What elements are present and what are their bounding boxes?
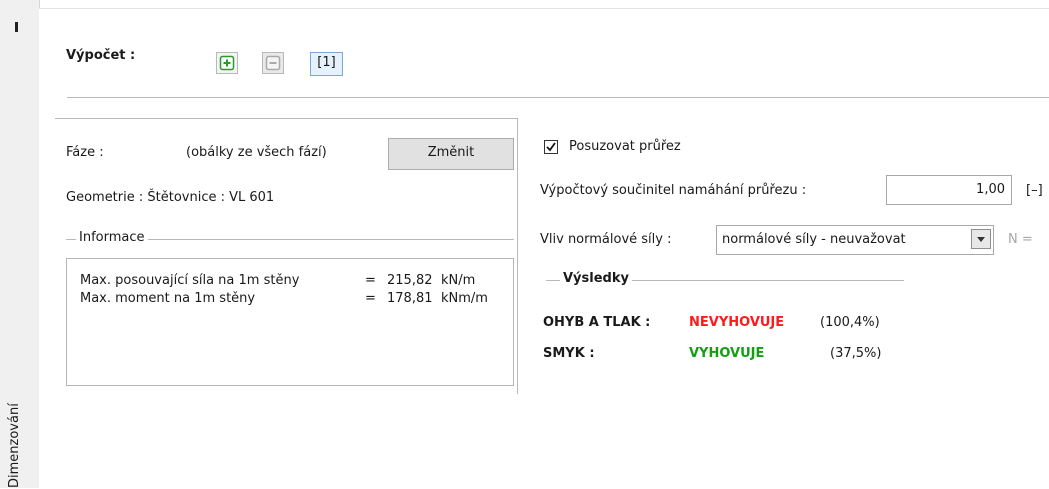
info-row: Max. posouvající síla na 1m stěny bbox=[80, 273, 299, 288]
coef-unit: [–] bbox=[1026, 183, 1043, 198]
panel-divider bbox=[517, 118, 518, 394]
results-group-title: Výsledky bbox=[560, 271, 632, 286]
change-phase-button[interactable]: Změnit bbox=[388, 138, 514, 170]
phase-label: Fáze : bbox=[66, 145, 104, 160]
assess-section-checkbox[interactable] bbox=[544, 140, 558, 154]
normal-force-value: normálové síly - neuvažovat bbox=[722, 232, 906, 247]
info-group-title: Informace bbox=[76, 230, 148, 245]
plus-square-icon bbox=[219, 55, 235, 71]
side-tab-strip: Dimenzování bbox=[0, 0, 40, 488]
info-row-unit: kNm/m bbox=[441, 291, 488, 306]
add-calc-button[interactable] bbox=[216, 52, 238, 74]
coef-input[interactable]: 1,00 bbox=[886, 175, 1012, 205]
info-row-unit: kN/m bbox=[441, 273, 476, 288]
info-row-label: Max. moment na 1m stěny bbox=[80, 291, 256, 306]
remove-calc-button[interactable] bbox=[262, 52, 284, 74]
result-status: VYHOVUJE bbox=[689, 346, 765, 361]
assess-section-label: Posuzovat průřez bbox=[569, 139, 681, 154]
info-row: Max. moment na 1m stěny bbox=[80, 291, 255, 306]
tab-dimenzovani-label: Dimenzování bbox=[7, 403, 22, 488]
geometry-label: Geometrie : Štětovnice : VL 601 bbox=[66, 190, 275, 205]
info-row-label: Max. posouvající síla na 1m stěny bbox=[80, 273, 300, 288]
result-percent: (100,4%) bbox=[820, 315, 880, 330]
minus-square-icon bbox=[265, 55, 281, 71]
tab-dimenzovani[interactable]: Dimenzování bbox=[0, 378, 39, 488]
n-label: N = bbox=[1008, 232, 1033, 247]
tab-marker bbox=[15, 22, 18, 32]
left-panel-top-line bbox=[55, 118, 517, 119]
result-label: OHYB A TLAK : bbox=[543, 315, 651, 330]
info-row-eq: = bbox=[365, 291, 376, 306]
stage-1-button[interactable]: [1] bbox=[310, 52, 343, 76]
result-status: NEVYHOVUJE bbox=[689, 315, 785, 330]
info-row-value: 178,81 bbox=[387, 291, 433, 306]
phase-value: (obálky ze všech fází) bbox=[186, 145, 327, 160]
calc-label: Výpočet : bbox=[66, 48, 136, 63]
checkmark-icon bbox=[546, 142, 556, 152]
chevron-down-icon[interactable] bbox=[971, 229, 991, 249]
info-box: Max. posouvající síla na 1m stěny = 215,… bbox=[66, 258, 514, 386]
result-label: SMYK : bbox=[543, 346, 595, 361]
normal-force-label: Vliv normálové síly : bbox=[540, 232, 672, 247]
info-row-value: 215,82 bbox=[387, 273, 433, 288]
normal-force-select[interactable]: normálové síly - neuvažovat bbox=[716, 225, 994, 255]
info-row-eq: = bbox=[365, 273, 376, 288]
result-percent: (37,5%) bbox=[830, 346, 882, 361]
coef-label: Výpočtový součinitel namáhání průřezu : bbox=[540, 183, 807, 198]
header-divider bbox=[67, 97, 1049, 98]
